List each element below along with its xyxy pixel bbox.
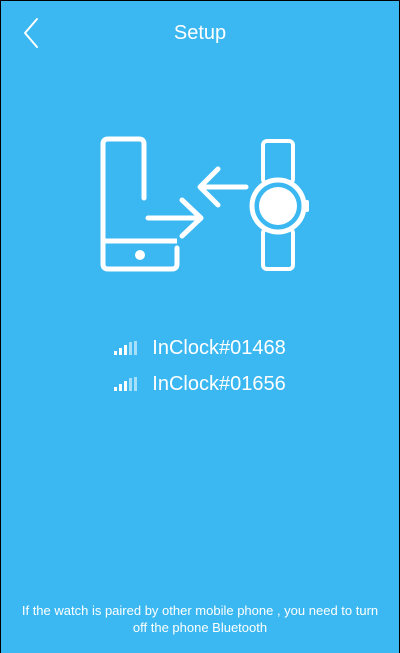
- device-list-item[interactable]: InClock#01656: [1, 367, 399, 401]
- device-name: InClock#01468: [152, 336, 286, 359]
- signal-strength-icon: [114, 341, 138, 355]
- phone-icon: [100, 136, 180, 272]
- pairing-illustration: [100, 136, 309, 272]
- watch-icon: [249, 139, 309, 271]
- signal-strength-icon: [114, 377, 138, 391]
- bluetooth-hint-text: If the watch is paired by other mobile p…: [21, 603, 379, 635]
- header-bar: Setup: [1, 1, 399, 65]
- transfer-arrows-icon: [145, 166, 249, 239]
- device-list-item[interactable]: InClock#01468: [1, 331, 399, 365]
- device-name: InClock#01656: [152, 372, 286, 395]
- setup-screen: Setup InClock#01468 InClock#01656 If the…: [0, 0, 400, 653]
- page-title: Setup: [173, 22, 227, 44]
- device-list: InClock#01468 InClock#01656: [1, 331, 399, 403]
